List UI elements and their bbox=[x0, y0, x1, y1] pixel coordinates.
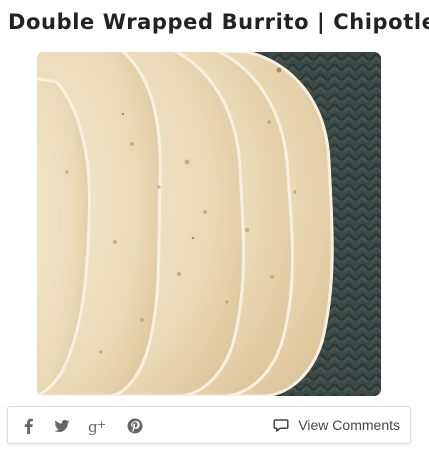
google-plus-icon[interactable]: g + bbox=[88, 417, 110, 435]
view-comments-button[interactable]: View Comments bbox=[273, 407, 400, 443]
share-bar: g + View Comments bbox=[7, 406, 411, 444]
article-title: Double Wrapped Burrito | Chipotle bbox=[8, 10, 429, 34]
pinterest-icon[interactable] bbox=[126, 417, 144, 435]
speech-bubble-icon bbox=[273, 417, 289, 433]
twitter-icon[interactable] bbox=[53, 417, 71, 435]
view-comments-label: View Comments bbox=[298, 417, 400, 433]
tortillas-photo bbox=[37, 52, 381, 396]
svg-text:+: + bbox=[97, 418, 106, 431]
facebook-icon[interactable] bbox=[20, 417, 38, 435]
